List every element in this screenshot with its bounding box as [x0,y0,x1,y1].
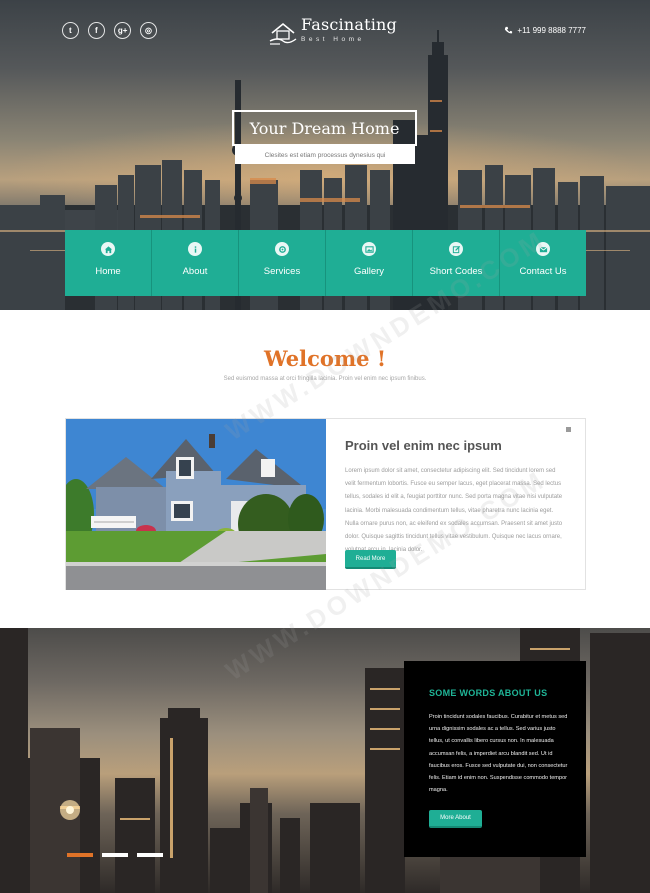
nav-label: About [182,266,208,277]
edit-icon [449,242,463,256]
bookmark-icon[interactable] [566,427,571,432]
hero-subtitle-box: Clesites est etiam processus dynesius qu… [235,146,415,164]
phone-number: +11 999 8888 7777 [517,26,586,35]
main-navigation: Home About Services Gallery Short Codes … [65,230,586,296]
phone-icon [505,26,513,34]
nav-label: Home [95,266,121,277]
info-icon [188,242,202,256]
phone-contact: +11 999 8888 7777 [504,26,586,35]
dribbble-icon[interactable]: ◎ [136,18,161,43]
home-icon [101,242,115,256]
welcome-subtitle: Sed euismod massa at orci fringilla laci… [223,376,427,382]
nav-label: Short Codes [429,266,483,277]
social-links: t f g+ ◎ [58,18,161,43]
nav-item-short-codes[interactable]: Short Codes [413,230,500,296]
logo-subtitle: Best Home [301,36,365,43]
nav-label: Services [263,266,301,277]
slider-dot-2[interactable] [102,853,128,857]
facebook-icon[interactable]: f [84,18,109,43]
house-photo [66,419,326,590]
logo-title: Fascinating [301,15,397,34]
feature-card: Proin vel enim nec ipsum Lorem ipsum dol… [65,418,586,590]
about-body: Proin tincidunt sodales faucibus. Curabi… [429,714,568,794]
welcome-title: Welcome ! [263,346,387,371]
site-logo[interactable]: Fascinating Best Home [268,16,397,47]
nav-item-gallery[interactable]: Gallery [326,230,413,296]
more-about-button[interactable]: More About [429,810,482,828]
read-more-button[interactable]: Read More [345,550,396,569]
hero-title: Your Dream Home [249,118,400,138]
twitter-icon[interactable]: t [58,18,83,43]
slider-dot-1[interactable] [67,853,93,857]
slider-pagination [67,853,163,857]
feature-title: Proin vel enim nec ipsum [345,438,502,453]
hero-title-box: Your Dream Home [232,110,417,146]
nav-label: Contact Us [519,266,567,277]
mail-icon [536,242,550,256]
hero-subtitle: Clesites est etiam processus dynesius qu… [264,151,386,159]
slider-dot-3[interactable] [137,853,163,857]
nav-item-contact-us[interactable]: Contact Us [500,230,586,296]
nav-item-services[interactable]: Services [239,230,326,296]
feature-body: Lorem ipsum dolor sit amet, consectetur … [345,468,563,554]
nav-item-home[interactable]: Home [65,230,152,296]
nav-label: Gallery [353,266,385,277]
about-us-panel: SOME WORDS ABOUT US Proin tincidunt soda… [404,661,586,857]
google-plus-icon[interactable]: g+ [110,18,135,43]
gear-icon [275,242,289,256]
image-icon [362,242,376,256]
nav-item-about[interactable]: About [152,230,239,296]
house-hand-logo-icon [269,22,297,45]
about-title: SOME WORDS ABOUT US [429,688,548,698]
